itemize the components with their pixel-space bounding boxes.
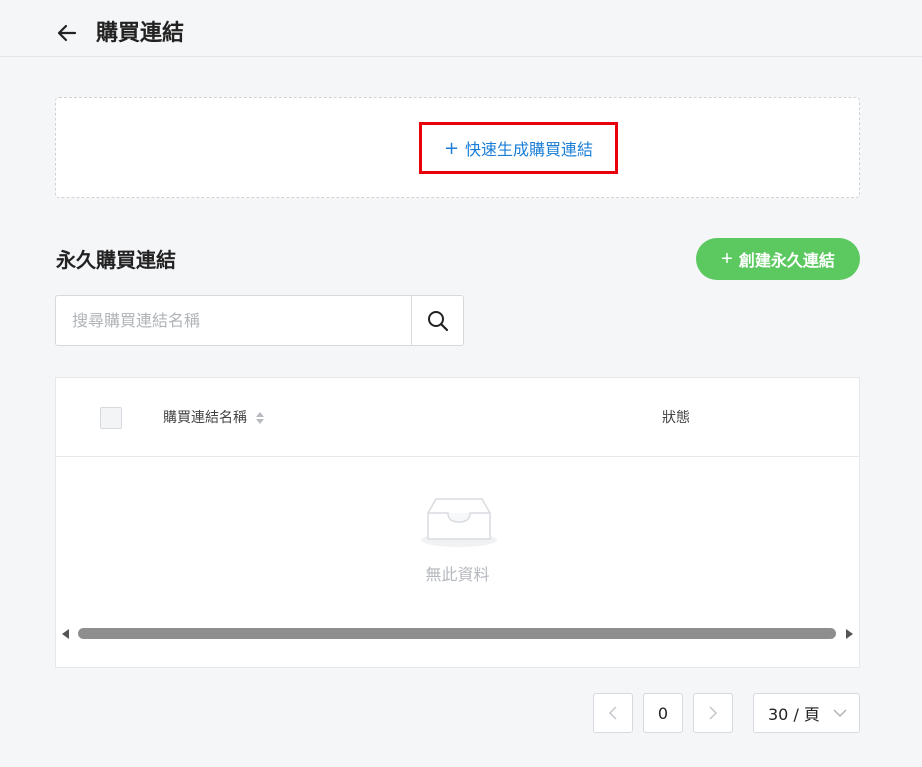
create-permanent-link-button[interactable]: + 創建永久連結 xyxy=(696,238,860,280)
next-page-button[interactable] xyxy=(693,693,733,733)
create-button-label: 創建永久連結 xyxy=(738,253,835,270)
page-header: 購買連結 xyxy=(0,0,922,57)
back-arrow-icon[interactable] xyxy=(56,22,78,44)
search-input[interactable] xyxy=(56,296,411,345)
current-page-number[interactable]: 0 xyxy=(643,693,683,733)
section-title: 永久購買連結 xyxy=(56,248,176,272)
horizontal-scrollbar[interactable] xyxy=(56,626,859,642)
chevron-down-icon xyxy=(833,709,847,718)
quick-generate-link[interactable]: + 快速生成購買連結 xyxy=(419,122,618,174)
search-icon xyxy=(427,310,448,331)
empty-text: 無此資料 xyxy=(425,565,490,584)
empty-inbox-icon xyxy=(421,498,497,547)
chevron-left-icon xyxy=(608,706,617,720)
page-title: 購買連結 xyxy=(96,21,185,46)
column-name-label: 購買連結名稱 xyxy=(163,410,247,426)
scroll-left-arrow-icon[interactable] xyxy=(60,628,70,640)
links-table: 購買連結名稱 狀態 無此資料 xyxy=(55,377,860,668)
quick-generate-area: + 快速生成購買連結 xyxy=(55,97,860,198)
search-button[interactable] xyxy=(411,296,463,345)
quick-generate-label: 快速生成購買連結 xyxy=(465,140,594,159)
page-size-select[interactable]: 30 / 頁 xyxy=(753,693,860,733)
chevron-right-icon xyxy=(709,706,718,720)
column-header-name[interactable]: 購買連結名稱 xyxy=(163,407,265,429)
column-header-status: 狀態 xyxy=(662,410,690,426)
plus-icon: + xyxy=(721,247,733,270)
sort-icon[interactable] xyxy=(255,410,265,426)
page-size-value: 30 / 頁 xyxy=(768,705,820,724)
search-box xyxy=(55,295,464,346)
prev-page-button[interactable] xyxy=(593,693,633,733)
empty-state: 無此資料 xyxy=(56,457,859,607)
scrollbar-thumb[interactable] xyxy=(78,628,836,639)
plus-icon: + xyxy=(443,137,460,159)
table-header: 購買連結名稱 狀態 xyxy=(56,378,859,457)
scroll-right-arrow-icon[interactable] xyxy=(845,628,855,640)
select-all-checkbox[interactable] xyxy=(100,407,122,429)
